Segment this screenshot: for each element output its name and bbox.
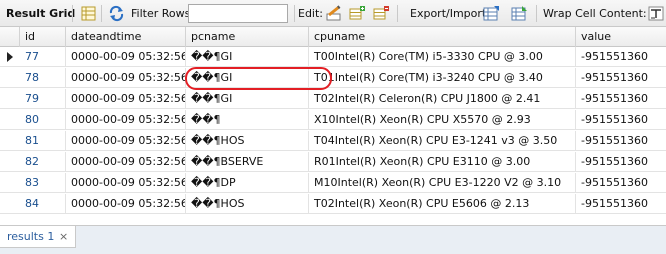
result-tabs-bar: results 1 × <box>0 225 666 254</box>
tab-label: results 1 <box>7 230 55 243</box>
toolbar-separator <box>536 5 537 22</box>
cell-dateandtime[interactable]: 0000-00-09 05:32:56 <box>66 110 186 130</box>
toolbar-separator <box>397 5 398 22</box>
row-gutter <box>0 47 20 67</box>
cell-dateandtime[interactable]: 0000-00-09 05:32:56 <box>66 152 186 172</box>
cell-id[interactable]: 83 <box>20 173 66 193</box>
cell-id[interactable]: 79 <box>20 89 66 109</box>
row-gutter <box>0 152 20 172</box>
table-row[interactable]: 83 0000-00-09 05:32:56 ��¶DP M10Intel(R)… <box>0 173 666 193</box>
column-header-cpuname[interactable]: cpuname <box>309 27 576 47</box>
cell-dateandtime[interactable]: 0000-00-09 05:32:56 <box>66 68 186 88</box>
cell-cpuname[interactable]: T02Intel(R) Xeon(R) CPU E5606 @ 2.13 <box>309 194 576 214</box>
cell-pcname[interactable]: ��¶HOS <box>186 194 309 214</box>
export-icon[interactable] <box>483 5 500 22</box>
cell-id[interactable]: 78 <box>20 68 66 88</box>
grid-layout-icon[interactable] <box>80 5 97 22</box>
grid-header-row: id dateandtime pcname cpuname value <box>0 27 666 47</box>
cell-id[interactable]: 77 <box>20 47 66 67</box>
cell-pcname[interactable]: ��¶GI <box>186 68 309 88</box>
row-gutter <box>0 68 20 88</box>
cell-pcname[interactable]: ��¶HOS <box>186 131 309 151</box>
cell-value[interactable]: -951551360 <box>576 68 666 88</box>
row-gutter <box>0 194 20 214</box>
export-import-label: Export/Import: <box>410 7 490 20</box>
cell-value[interactable]: -951551360 <box>576 110 666 130</box>
cell-value[interactable]: -951551360 <box>576 194 666 214</box>
cell-dateandtime[interactable]: 0000-00-09 05:32:56 <box>66 194 186 214</box>
cell-value[interactable]: -951551360 <box>576 131 666 151</box>
cell-id[interactable]: 84 <box>20 194 66 214</box>
cell-pcname[interactable]: ��¶ <box>186 110 309 130</box>
cell-value[interactable]: -951551360 <box>576 152 666 172</box>
cell-id[interactable]: 82 <box>20 152 66 172</box>
table-row[interactable]: 80 0000-00-09 05:32:56 ��¶ X10Intel(R) X… <box>0 110 666 130</box>
toolbar-separator <box>101 5 102 22</box>
cell-cpuname[interactable]: M10Intel(R) Xeon(R) CPU E3-1220 V2 @ 3.1… <box>309 173 576 193</box>
row-gutter <box>0 89 20 109</box>
column-header-pcname[interactable]: pcname <box>186 27 309 47</box>
column-header-value[interactable]: value <box>576 27 666 47</box>
cell-cpuname[interactable]: R01Intel(R) Xeon(R) CPU E3110 @ 3.00 <box>309 152 576 172</box>
cell-cpuname[interactable]: T02Intel(R) Celeron(R) CPU J1800 @ 2.41 <box>309 89 576 109</box>
row-gutter <box>0 173 20 193</box>
close-icon[interactable]: × <box>59 226 68 247</box>
row-gutter-header <box>0 27 20 47</box>
row-gutter <box>0 131 20 151</box>
cell-id[interactable]: 80 <box>20 110 66 130</box>
cell-dateandtime[interactable]: 0000-00-09 05:32:56 <box>66 47 186 67</box>
import-icon[interactable] <box>511 5 528 22</box>
toolbar-separator <box>72 5 73 22</box>
table-row[interactable]: 79 0000-00-09 05:32:56 ��¶GI T02Intel(R)… <box>0 89 666 109</box>
result-grid-toolbar: Result Grid Filter Rows: Edit: Export/Im… <box>0 0 666 27</box>
delete-row-icon[interactable] <box>373 5 390 22</box>
filter-rows-label: Filter Rows: <box>131 7 195 20</box>
cell-pcname[interactable]: ��¶DP <box>186 173 309 193</box>
cell-pcname[interactable]: ��¶GI <box>186 89 309 109</box>
column-header-id[interactable]: id <box>20 27 66 47</box>
wrap-cell-content-label: Wrap Cell Content: <box>543 7 647 20</box>
row-gutter <box>0 110 20 130</box>
cell-cpuname[interactable]: T01Intel(R) Core(TM) i3-3240 CPU @ 3.40 <box>309 68 576 88</box>
cell-cpuname[interactable]: X10Intel(R) Xeon(R) CPU X5570 @ 2.93 <box>309 110 576 130</box>
column-header-dateandtime[interactable]: dateandtime <box>66 27 186 47</box>
cell-cpuname[interactable]: T00Intel(R) Core(TM) i5-3330 CPU @ 3.00 <box>309 47 576 67</box>
cell-dateandtime[interactable]: 0000-00-09 05:32:56 <box>66 131 186 151</box>
cell-value[interactable]: -951551360 <box>576 173 666 193</box>
tab-results-1[interactable]: results 1 × <box>0 226 76 248</box>
current-row-indicator-icon <box>7 52 13 62</box>
table-row[interactable]: 82 0000-00-09 05:32:56 ��¶BSERVE R01Inte… <box>0 152 666 172</box>
add-row-icon[interactable] <box>349 5 366 22</box>
cell-dateandtime[interactable]: 0000-00-09 05:32:56 <box>66 89 186 109</box>
filter-rows-input[interactable] <box>188 4 288 23</box>
table-row[interactable]: 81 0000-00-09 05:32:56 ��¶HOS T04Intel(R… <box>0 131 666 151</box>
refresh-icon[interactable] <box>108 5 125 22</box>
wrap-text-icon[interactable] <box>648 5 665 22</box>
cell-cpuname[interactable]: T04Intel(R) Xeon(R) CPU E3-1241 v3 @ 3.5… <box>309 131 576 151</box>
table-row[interactable]: 84 0000-00-09 05:32:56 ��¶HOS T02Intel(R… <box>0 194 666 214</box>
toolbar-separator <box>294 5 295 22</box>
table-row[interactable]: 78 0000-00-09 05:32:56 ��¶GI T01Intel(R)… <box>0 68 666 88</box>
result-grid: id dateandtime pcname cpuname value 77 0… <box>0 27 666 225</box>
cell-value[interactable]: -951551360 <box>576 89 666 109</box>
edit-row-icon[interactable] <box>325 5 342 22</box>
cell-value[interactable]: -951551360 <box>576 47 666 67</box>
table-row[interactable]: 77 0000-00-09 05:32:56 ��¶GI T00Intel(R)… <box>0 47 666 67</box>
result-grid-label: Result Grid <box>6 7 76 20</box>
cell-pcname[interactable]: ��¶GI <box>186 47 309 67</box>
edit-label: Edit: <box>298 7 324 20</box>
cell-pcname[interactable]: ��¶BSERVE <box>186 152 309 172</box>
cell-dateandtime[interactable]: 0000-00-09 05:32:56 <box>66 173 186 193</box>
cell-id[interactable]: 81 <box>20 131 66 151</box>
